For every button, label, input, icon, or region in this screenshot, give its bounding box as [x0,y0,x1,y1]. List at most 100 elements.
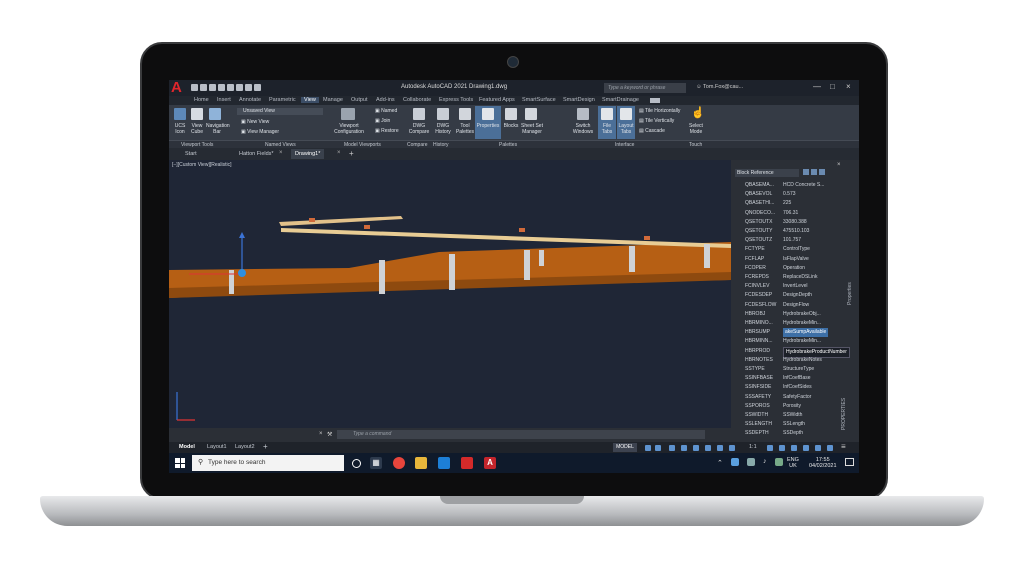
help-search-input[interactable]: Type a keyword or phrase [604,83,686,93]
tab-smartdrainage[interactable]: SmartDrainage [602,97,639,103]
new-tab-icon[interactable]: + [349,149,354,158]
taskbar-search-input[interactable]: Type here to search [192,455,344,471]
close-icon[interactable]: × [846,82,851,91]
property-value[interactable]: InfCoefBase [783,374,811,383]
view-manager-button[interactable]: ▣ View Manager [241,129,279,135]
property-value[interactable]: SSDepth [783,429,803,438]
acrobat-icon[interactable] [461,457,473,469]
task-view-icon[interactable]: ▦ [370,457,382,469]
language-indicator[interactable]: ENG UK [787,457,799,469]
tab-parametric[interactable]: Parametric [269,97,296,103]
isolate-objects-icon[interactable] [803,445,809,451]
restore-icon[interactable]: □ [830,82,835,91]
palette-title-label[interactable]: PROPERTIES [841,398,847,430]
tile-horizontally-button[interactable]: ▤ Tile Horizontally [639,108,680,114]
drawing-viewport[interactable]: [−][Custom View][Realistic] [169,160,731,442]
layout-tab-layout2[interactable]: Layout2 [235,444,255,450]
dwg-history-icon[interactable] [437,108,449,120]
join-viewports-button[interactable]: ▣ Join [375,118,390,124]
tab-insert[interactable]: Insert [217,97,231,103]
tab-collaborate[interactable]: Collaborate [403,97,431,103]
select-objects-icon[interactable] [811,169,817,175]
tab-view[interactable]: View [301,97,319,103]
clock[interactable]: 17:55 04/02/2021 [809,457,837,469]
switch-windows-icon[interactable] [577,108,589,120]
property-value[interactable]: ReplaceDSLink [783,273,817,282]
command-input[interactable]: Type a command [337,430,705,439]
property-value[interactable]: HydrobrakeMin... [783,337,821,346]
tool-palettes-icon[interactable] [459,108,471,120]
close-tab-icon[interactable]: × [337,150,341,156]
units-icon[interactable] [791,445,797,451]
selection-cycling-icon[interactable] [729,445,735,451]
mail-icon[interactable] [438,457,450,469]
volume-icon[interactable]: ♪ [763,458,767,465]
property-value[interactable]: StructureType [783,365,814,374]
autocad-taskbar-icon[interactable]: A [484,457,496,469]
cortana-icon[interactable] [352,459,361,468]
customization-icon[interactable]: ≡ [841,442,846,451]
onedrive-icon[interactable] [731,458,739,466]
new-icon[interactable] [191,84,198,91]
doc-tab-hatton-fields[interactable]: Hatton Fields* [239,151,274,157]
property-value[interactable]: InfCoefSides [783,383,812,392]
property-value[interactable]: Porosity [783,402,801,411]
lineweight-icon[interactable] [705,445,711,451]
tab-annotate[interactable]: Annotate [239,97,261,103]
close-icon[interactable]: × [837,162,841,168]
tab-smartsurface[interactable]: SmartSurface [522,97,556,103]
wrench-icon[interactable]: ⚒ [327,431,332,438]
battery-icon[interactable] [775,458,783,466]
property-value[interactable]: Operation [783,264,805,273]
property-value[interactable]: 475510.103 [783,227,809,236]
hand-pointer-icon[interactable]: ☝ [691,107,705,120]
property-value[interactable]: akeSumpAvailable [783,328,829,338]
property-value[interactable]: IsFlapValve [783,255,809,264]
tab-output[interactable]: Output [351,97,368,103]
property-value[interactable]: SafetyFactor [783,393,811,402]
property-value[interactable]: 225 [783,199,791,208]
toggle-pickadd-icon[interactable] [803,169,809,175]
undo-icon[interactable] [245,84,252,91]
view-cube-icon[interactable] [191,108,203,120]
ortho-icon[interactable] [669,445,675,451]
layout-tab-layout1[interactable]: Layout1 [207,444,227,450]
new-view-button[interactable]: ▣ New View [241,119,269,125]
property-value[interactable]: HCD Concrete S... [783,181,824,190]
ribbon-toggle-icon[interactable] [650,98,660,103]
property-value[interactable]: SSLength [783,420,805,429]
plot-icon[interactable] [236,84,243,91]
chevron-up-icon[interactable]: ⌃ [717,459,723,467]
sheet-set-manager-icon[interactable] [525,108,537,120]
named-viewports-button[interactable]: ▣ Named [375,108,397,114]
model-space-button[interactable]: MODEL [613,443,637,452]
property-value[interactable]: HydrobrakeNotes [783,356,822,365]
property-value[interactable]: SSWidth [783,411,802,420]
property-value[interactable]: 706.31 [783,209,798,218]
network-icon[interactable] [747,458,755,466]
notifications-icon[interactable] [845,458,854,466]
redo-icon[interactable] [254,84,261,91]
tab-add-ins[interactable]: Add-ins [376,97,395,103]
object-type-select[interactable]: Block Reference [735,169,799,177]
close-tab-icon[interactable]: × [279,150,283,156]
workspace-icon[interactable] [767,445,773,451]
property-value[interactable]: 33080.388 [783,218,807,227]
viewport-configuration-icon[interactable] [341,108,355,120]
autocad-logo[interactable]: A [171,80,185,95]
hardware-acceleration-icon[interactable] [815,445,821,451]
polar-icon[interactable] [681,445,687,451]
blocks-icon[interactable] [505,108,517,120]
property-value[interactable]: 101.757 [783,236,801,245]
transparency-icon[interactable] [717,445,723,451]
quick-select-icon[interactable] [819,169,825,175]
save-as-icon[interactable] [218,84,225,91]
annotation-monitor-icon[interactable] [779,445,785,451]
tab-manage[interactable]: Manage [323,97,343,103]
layout-tab-model[interactable]: Model [179,444,195,450]
clean-screen-icon[interactable] [827,445,833,451]
property-value[interactable]: HydrobrakeMin... [783,319,821,328]
restore-viewports-button[interactable]: ▣ Restore [375,128,399,134]
property-value[interactable]: DesignFlow [783,301,809,310]
property-value[interactable]: ControlType [783,245,810,254]
